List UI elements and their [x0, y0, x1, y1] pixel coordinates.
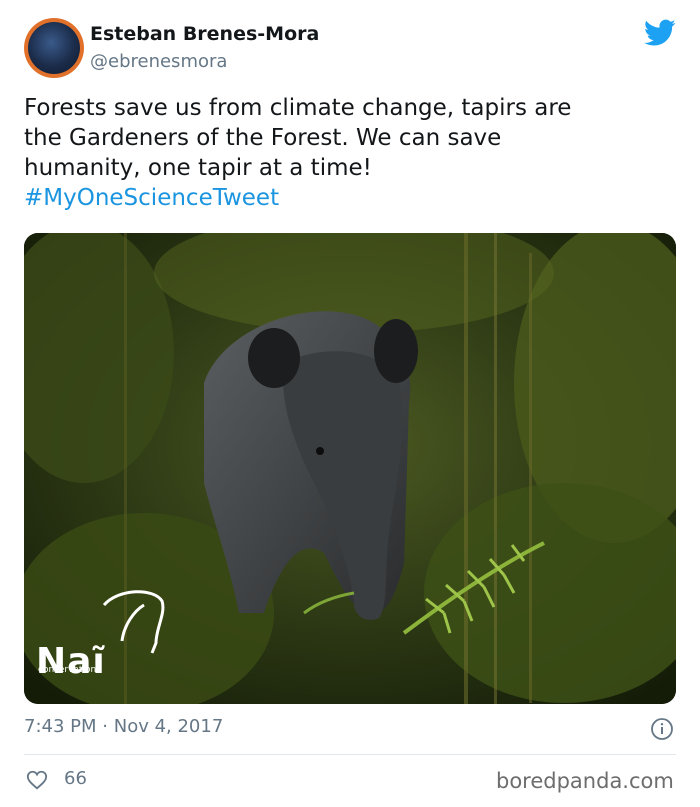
- divider: [24, 754, 676, 755]
- info-icon[interactable]: [650, 717, 674, 741]
- tapir-photo-illustration: [24, 233, 676, 704]
- photo-logo-text: Naĩ: [36, 641, 106, 682]
- tweet-photo[interactable]: Naĩ conservation: [24, 233, 676, 704]
- photo-logo-subtext: conservation: [38, 665, 97, 675]
- tweet-text: Forests save us from climate change, tap…: [24, 93, 664, 213]
- tweet-date: Nov 4, 2017: [113, 716, 224, 737]
- avatar-photo: [28, 22, 80, 74]
- author-avatar[interactable]: [24, 18, 84, 78]
- tweet-card: Esteban Brenes-Mora @ebrenesmora Forests…: [0, 0, 700, 807]
- heart-icon[interactable]: [26, 769, 48, 791]
- tweet-text-line: humanity, one tapir at a time!: [24, 155, 372, 181]
- tweet-text-line: the Gardeners of the Forest. We can save: [24, 125, 502, 151]
- tweet-timestamp[interactable]: 7:43 PM · Nov 4, 2017: [24, 716, 223, 737]
- tweet-time: 7:43 PM: [24, 716, 97, 737]
- watermark: boredpanda.com: [496, 769, 674, 793]
- like-count: 66: [64, 768, 87, 789]
- tweet-text-line: Forests save us from climate change, tap…: [24, 95, 572, 121]
- twitter-bird-icon[interactable]: [644, 19, 676, 47]
- meta-separator: ·: [102, 716, 108, 737]
- author-name[interactable]: Esteban Brenes-Mora: [90, 23, 319, 45]
- author-handle[interactable]: @ebrenesmora: [90, 51, 227, 72]
- hashtag-link[interactable]: #MyOneScienceTweet: [24, 183, 664, 213]
